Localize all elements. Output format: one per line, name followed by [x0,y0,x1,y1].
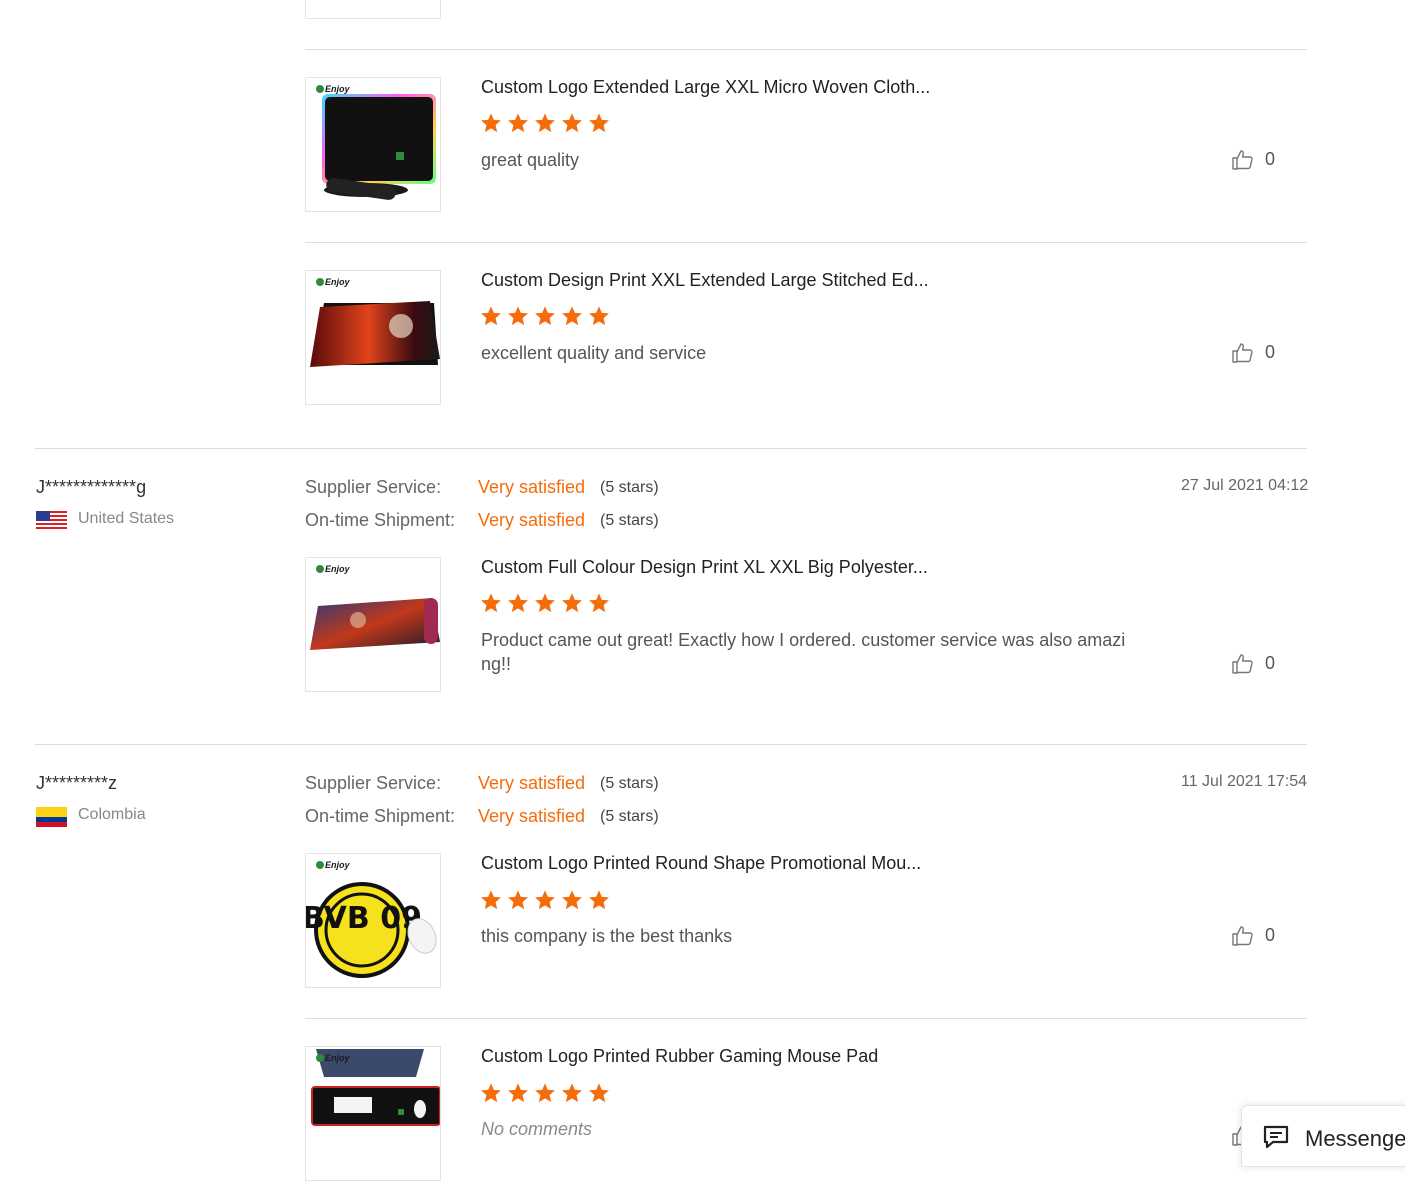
us-flag-icon [36,511,67,531]
star-rating [480,592,615,616]
star-icon [480,889,502,911]
review-date: 27 Jul 2021 04:12 [1181,477,1309,494]
star-icon [507,112,529,134]
product-thumbnail[interactable]: Enjoy [305,1046,441,1181]
colombia-flag-icon [36,807,67,827]
star-rating [480,305,615,329]
messenger-label: Messenger [1305,1126,1405,1151]
review-comment: this company is the best thanks [481,926,733,946]
review-comment-empty: No comments [481,1119,593,1139]
star-icon [507,1082,529,1104]
star-icon [480,592,502,614]
star-icon [534,112,556,134]
reviewer-name: J*************g [36,477,147,497]
round-mouse-pad-image: BVB 09 [306,882,437,978]
rubber-mouse-pad-image [311,1049,440,1126]
product-thumbnail[interactable]: Enjoy [305,557,441,692]
brand-logo: Enjoy [316,1053,350,1063]
thumbs-up-icon [1232,150,1253,170]
chat-icon [1263,1125,1289,1149]
shipment-label: On-time Shipment: [305,806,456,826]
like-button[interactable]: 0 [1231,652,1291,678]
messenger-button[interactable]: Messenger [1241,1105,1405,1167]
star-icon [588,592,610,614]
shipment-stars: (5 stars) [600,808,659,825]
product-title[interactable]: Custom Design Print XXL Extended Large S… [481,270,929,291]
review-date: 11 Jul 2021 17:54 [1181,773,1308,790]
star-icon [588,112,610,134]
star-icon [588,305,610,327]
product-thumbnail[interactable]: Enjoy [305,270,441,405]
product-title[interactable]: Custom Logo Printed Rubber Gaming Mouse … [481,1046,878,1067]
shipment-stars: (5 stars) [600,512,659,529]
divider [305,1018,1307,1019]
star-icon [507,305,529,327]
star-icon [480,305,502,327]
like-button[interactable]: 0 [1231,924,1291,950]
supplier-service-stars: (5 stars) [600,775,659,792]
supplier-service-value: Very satisfied [478,477,586,497]
supplier-service-value: Very satisfied [478,773,586,793]
star-icon [480,1082,502,1104]
review-divider [35,744,1307,745]
like-count: 0 [1265,925,1276,945]
bvb-logo-text: BVB 09 [306,901,422,936]
review-comment-line: Product came out great! Exactly how I or… [481,630,1126,650]
product-title[interactable]: Custom Logo Extended Large XXL Micro Wov… [481,77,930,98]
supplier-service-label: Supplier Service: [305,773,442,793]
star-icon [588,1082,610,1104]
shipment-value: Very satisfied [478,806,586,826]
review-comment: excellent quality and service [481,343,707,363]
star-icon [534,1082,556,1104]
art-mouse-pad-image [310,301,440,367]
like-count: 0 [1265,149,1276,169]
gaming-mouse-pad-image [310,598,440,650]
review-comment: great quality [481,150,580,170]
product-thumbnail[interactable]: Enjoy BVB 09 [305,853,441,988]
country-name: United States [78,510,175,527]
star-icon [534,889,556,911]
like-button[interactable]: 0 [1231,148,1291,174]
thumbs-up-icon [1232,343,1253,363]
star-icon [534,305,556,327]
supplier-service-stars: (5 stars) [600,479,659,496]
country-name: Colombia [78,806,146,823]
supplier-service-label: Supplier Service: [305,477,442,497]
star-rating [480,889,615,913]
rgb-mouse-pad-image [322,94,436,200]
star-icon [534,592,556,614]
star-icon [507,889,529,911]
star-icon [507,592,529,614]
product-thumbnail-partial[interactable] [305,0,441,19]
divider [305,242,1307,243]
shipment-label: On-time Shipment: [305,510,456,530]
star-rating [480,112,615,136]
thumbs-up-icon [1232,926,1253,946]
like-count: 0 [1265,653,1276,673]
review-comment-line: ng!! [481,654,512,674]
star-icon [561,592,583,614]
product-thumbnail[interactable]: Enjoy [305,77,441,212]
review-divider [35,448,1307,449]
like-count: 0 [1265,342,1276,362]
star-icon [480,112,502,134]
divider [305,49,1307,50]
star-icon [588,889,610,911]
star-icon [561,889,583,911]
like-button[interactable]: 0 [1231,341,1291,367]
star-rating [480,1082,615,1106]
product-title[interactable]: Custom Full Colour Design Print XL XXL B… [481,557,928,578]
shipment-value: Very satisfied [478,510,586,530]
thumbs-up-icon [1232,654,1253,674]
review-comment: Product came out great! Exactly how I or… [481,628,1125,676]
star-icon [561,112,583,134]
star-icon [561,1082,583,1104]
reviewer-name: J*********z [36,773,118,793]
product-title[interactable]: Custom Logo Printed Round Shape Promotio… [481,853,921,874]
star-icon [561,305,583,327]
